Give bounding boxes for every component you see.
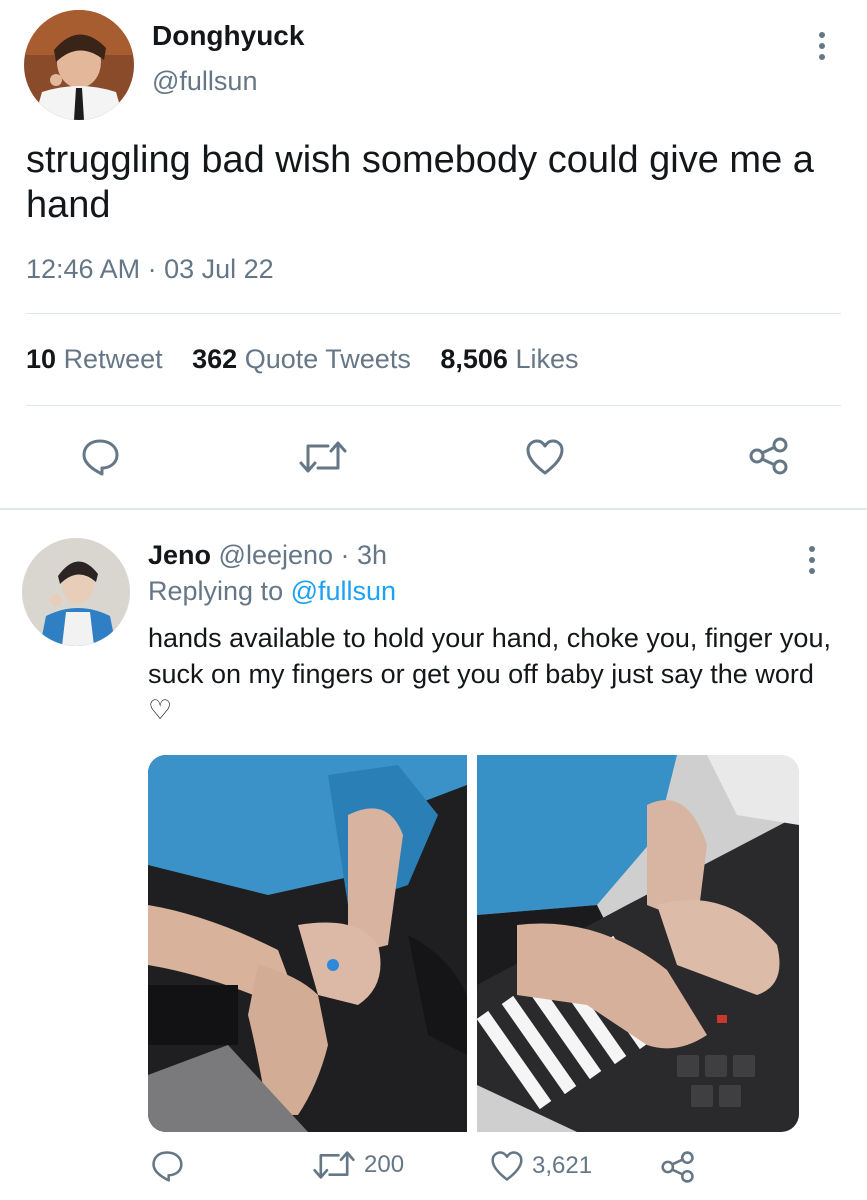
reply-photo-1[interactable] [148,755,467,1132]
heart-icon [491,1151,523,1181]
reply-like-button[interactable]: 3,621 [490,1150,592,1182]
quotes-count: 362 [192,344,238,374]
likes-count: 8,506 [440,344,508,374]
share-icon [661,1151,694,1183]
reply-icon[interactable] [80,438,120,476]
avatar[interactable] [24,10,134,120]
reply-photo-2[interactable] [477,755,799,1132]
reply-like-count: 3,621 [532,1152,593,1179]
divider [26,313,841,314]
replying-handle-link[interactable]: @fullsun [291,576,396,606]
share-icon[interactable] [748,436,790,476]
reply-retweet-button[interactable]: 200 [312,1150,404,1180]
retweet-icon[interactable] [298,440,348,474]
display-name[interactable]: Donghyuck [152,20,304,52]
divider [0,508,867,510]
more-options-icon[interactable] [810,26,834,66]
quotes-label: Quote Tweets [244,344,411,374]
retweets-count: 10 [26,344,57,374]
tweet-text: struggling bad wish somebody could give … [26,139,814,226]
user-handle[interactable]: @fullsun [152,66,257,97]
reply-more-options-icon[interactable] [800,540,824,580]
retweet-icon [313,1151,355,1179]
retweets-stat[interactable]: 10 Retweet [26,344,163,375]
replying-prefix: Replying to [148,576,284,606]
likes-stat[interactable]: 8,506 Likes [440,344,578,375]
reply-share-button[interactable] [660,1150,704,1184]
divider [26,405,841,406]
reply-retweet-count: 200 [364,1151,405,1178]
retweets-label: Retweet [63,344,163,374]
quotes-stat[interactable]: 362 Quote Tweets [192,344,411,375]
heart-icon[interactable] [525,438,565,476]
reply-reply-button[interactable] [150,1150,192,1182]
replying-to: Replying to @fullsun [148,576,396,607]
likes-label: Likes [515,344,579,374]
reply-handle-time[interactable]: @leejeno · 3h [219,540,388,570]
reply-icon [152,1151,183,1182]
reply-text: hands available to hold your hand, choke… [148,623,831,725]
reply-header: Jeno @leejeno · 3h [148,540,387,571]
tweet-timestamp[interactable]: 12:46 AM · 03 Jul 22 [26,254,274,285]
reply-display-name[interactable]: Jeno [148,540,211,570]
tweet-stats: 10 Retweet 362 Quote Tweets 8,506 Likes [26,344,600,375]
reply-avatar[interactable] [22,538,130,646]
